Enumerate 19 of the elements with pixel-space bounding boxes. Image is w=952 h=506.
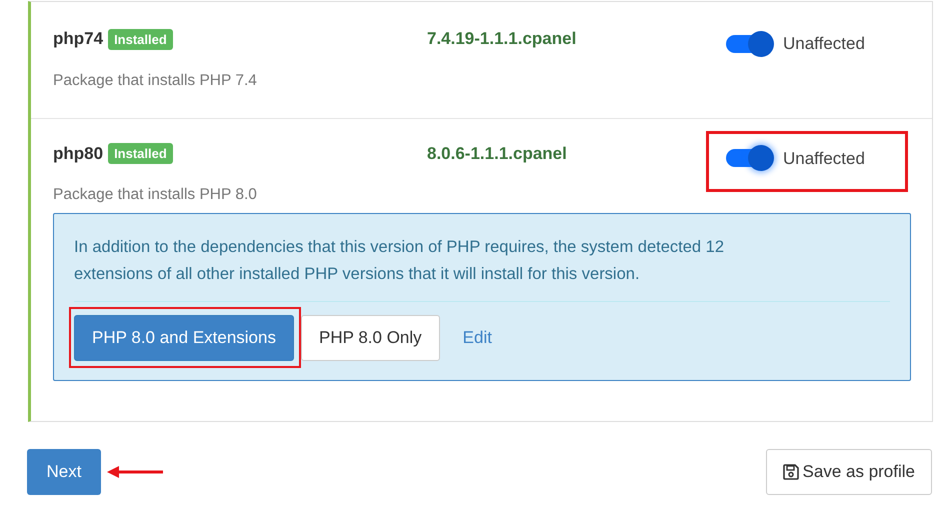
package-description: Package that installs PHP 7.4 xyxy=(53,71,258,91)
toggle-label: Unaffected xyxy=(783,33,865,56)
option-button[interactable]: PHP 8.0 and Extensions xyxy=(74,314,294,360)
save-profile-button[interactable]: Save as profile xyxy=(766,448,932,494)
version-text: 8.0.6-1.1.1.cpanel xyxy=(427,142,568,164)
toggle-label: Unaffected xyxy=(783,148,865,170)
option-button[interactable]: PHP 8.0 Only xyxy=(300,314,440,360)
package-name: php74 xyxy=(53,28,104,50)
toggle-switch[interactable] xyxy=(726,31,774,57)
edit-link[interactable]: Edit xyxy=(462,324,492,350)
status-badge: Installed xyxy=(108,142,173,164)
toggle-switch[interactable] xyxy=(726,145,774,172)
notice-text: In addition to the dependencies that this version of PHP requires, the system detected 12 extensions of all other installed PHP versions that it will install for this version. xyxy=(74,236,726,284)
package-name: php80 xyxy=(53,142,104,164)
package-description: Package that installs PHP 8.0 xyxy=(53,185,258,206)
version-text: 7.4.19-1.1.1.cpanel xyxy=(427,28,578,50)
status-badge: Installed xyxy=(108,28,173,50)
save-icon xyxy=(782,464,799,480)
next-button[interactable]: Next xyxy=(27,448,101,494)
